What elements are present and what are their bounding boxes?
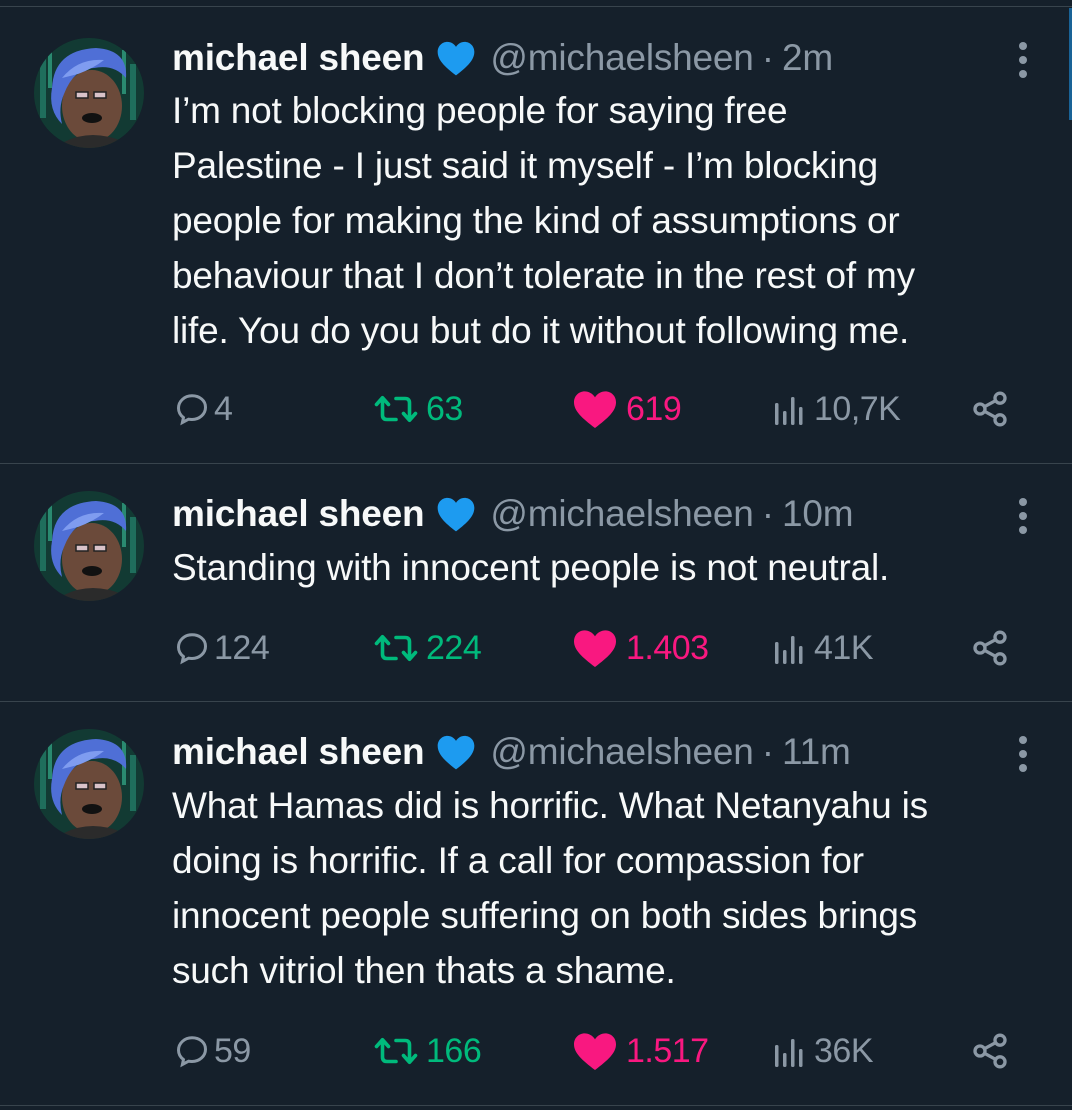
more-options-icon[interactable] <box>1009 494 1037 538</box>
like-button[interactable]: 619 <box>570 384 682 434</box>
separator-dot: · <box>761 731 775 772</box>
tweet-actions: 59 166 1.517 36K <box>170 1026 1030 1076</box>
share-icon <box>970 389 1010 429</box>
retweet-count: 63 <box>426 389 463 428</box>
retweet-button[interactable]: 63 <box>370 384 463 434</box>
reply-icon <box>174 391 210 427</box>
separator-dot: · <box>761 37 775 78</box>
timestamp[interactable]: 2m <box>782 37 833 79</box>
share-button[interactable] <box>970 384 1010 434</box>
retweet-count: 166 <box>426 1031 482 1070</box>
views-button[interactable]: 41K <box>770 623 874 673</box>
views-button[interactable]: 36K <box>770 1026 874 1076</box>
tweet[interactable]: michael sheen @michaelsheen · 2m I’m not… <box>0 8 1072 464</box>
reply-button[interactable]: 4 <box>174 384 233 434</box>
share-icon <box>970 628 1010 668</box>
views-button[interactable]: 10,7K <box>770 384 901 434</box>
avatar[interactable] <box>34 729 144 839</box>
reply-button[interactable]: 59 <box>174 1026 251 1076</box>
like-button[interactable]: 1.517 <box>570 1026 709 1076</box>
heart-filled-icon <box>570 628 620 668</box>
reply-icon <box>174 630 210 666</box>
more-options-icon[interactable] <box>1009 732 1037 776</box>
tweet-divider <box>0 1105 1072 1106</box>
retweet-count: 224 <box>426 628 482 667</box>
tweet-text: I’m not blocking people for saying free … <box>172 90 915 351</box>
reply-count: 124 <box>214 628 270 667</box>
tweet-text: What Hamas did is horrific. What Netanya… <box>172 785 928 991</box>
retweet-button[interactable]: 166 <box>370 1026 482 1076</box>
timestamp[interactable]: 10m <box>782 493 854 535</box>
share-button[interactable] <box>970 623 1010 673</box>
like-button[interactable]: 1.403 <box>570 623 709 673</box>
tweet[interactable]: michael sheen @michaelsheen · 11m What H… <box>0 702 1072 1106</box>
tweet-header: michael sheen @michaelsheen · 10m <box>172 489 854 539</box>
display-name[interactable]: michael sheen <box>172 731 425 773</box>
separator-dot: · <box>761 493 775 534</box>
retweet-button[interactable]: 224 <box>370 623 482 673</box>
retweet-icon <box>370 1033 422 1069</box>
handle[interactable]: @michaelsheen <box>490 493 753 535</box>
tweet-actions: 4 63 619 10,7K <box>170 384 1030 434</box>
views-count: 36K <box>814 1031 874 1070</box>
heart-filled-icon <box>570 1031 620 1071</box>
reply-count: 59 <box>214 1031 251 1070</box>
like-count: 1.517 <box>626 1031 709 1070</box>
share-icon <box>970 1031 1010 1071</box>
views-chart-icon <box>770 391 810 427</box>
tweet-text: Standing with innocent people is not neu… <box>172 547 890 588</box>
retweet-icon <box>370 630 422 666</box>
handle[interactable]: @michaelsheen <box>490 731 753 773</box>
views-chart-icon <box>770 1033 810 1069</box>
views-count: 10,7K <box>814 389 901 428</box>
verified-heart-icon <box>434 36 478 80</box>
views-chart-icon <box>770 630 810 666</box>
reply-button[interactable]: 124 <box>174 623 270 673</box>
tweet[interactable]: michael sheen @michaelsheen · 10m Standi… <box>0 464 1072 702</box>
like-count: 619 <box>626 389 682 428</box>
verified-heart-icon <box>434 730 478 774</box>
reply-icon <box>174 1033 210 1069</box>
handle[interactable]: @michaelsheen <box>490 37 753 79</box>
avatar[interactable] <box>34 38 144 148</box>
views-count: 41K <box>814 628 874 667</box>
timestamp[interactable]: 11m <box>782 731 851 773</box>
share-button[interactable] <box>970 1026 1010 1076</box>
display-name[interactable]: michael sheen <box>172 37 425 79</box>
retweet-icon <box>370 391 422 427</box>
more-options-icon[interactable] <box>1009 38 1037 82</box>
display-name[interactable]: michael sheen <box>172 493 425 535</box>
top-divider <box>0 6 1072 7</box>
heart-filled-icon <box>570 389 620 429</box>
reply-count: 4 <box>214 389 233 428</box>
tweet-header: michael sheen @michaelsheen · 11m <box>172 727 851 777</box>
tweet-actions: 124 224 1.403 41K <box>170 623 1030 673</box>
avatar[interactable] <box>34 491 144 601</box>
like-count: 1.403 <box>626 628 709 667</box>
tweet-header: michael sheen @michaelsheen · 2m <box>172 33 833 83</box>
verified-heart-icon <box>434 492 478 536</box>
